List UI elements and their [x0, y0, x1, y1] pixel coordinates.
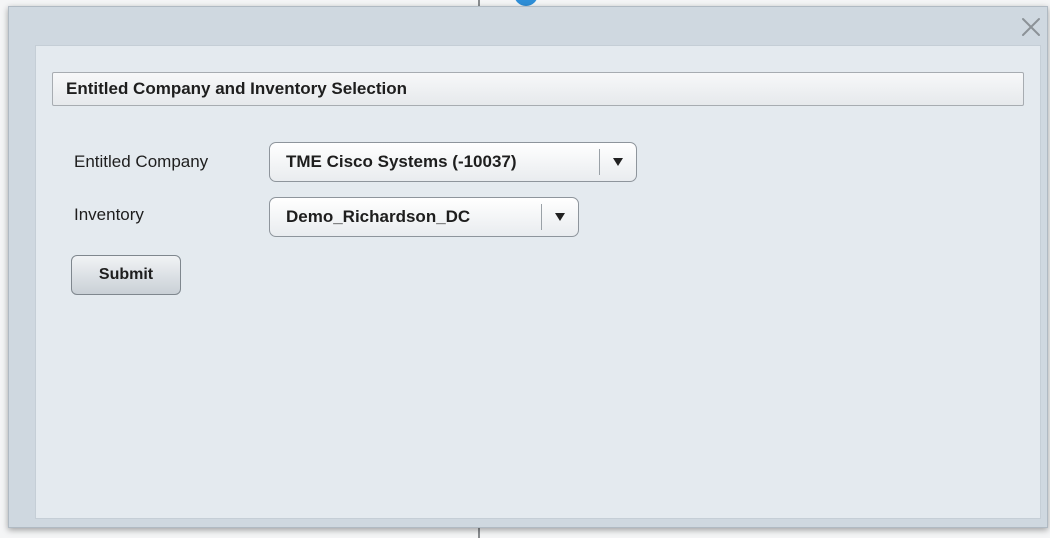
- chevron-down-icon[interactable]: [600, 157, 636, 167]
- entitled-company-label: Entitled Company: [74, 152, 209, 171]
- inventory-select[interactable]: Demo_Richardson_DC: [269, 197, 579, 237]
- selection-dialog: Entitled Company and Inventory Selection…: [8, 6, 1048, 528]
- entitled-company-select[interactable]: TME Cisco Systems (-10037): [269, 142, 637, 182]
- submit-button[interactable]: Submit: [71, 255, 181, 295]
- dialog-panel: Entitled Company and Inventory Selection…: [35, 45, 1041, 519]
- inventory-value: Demo_Richardson_DC: [286, 207, 471, 226]
- section-title: Entitled Company and Inventory Selection: [52, 72, 1024, 106]
- entitled-company-value: TME Cisco Systems (-10037): [286, 152, 517, 171]
- close-icon[interactable]: [1019, 15, 1043, 39]
- inventory-label: Inventory: [74, 205, 144, 224]
- chevron-down-icon[interactable]: [542, 212, 578, 222]
